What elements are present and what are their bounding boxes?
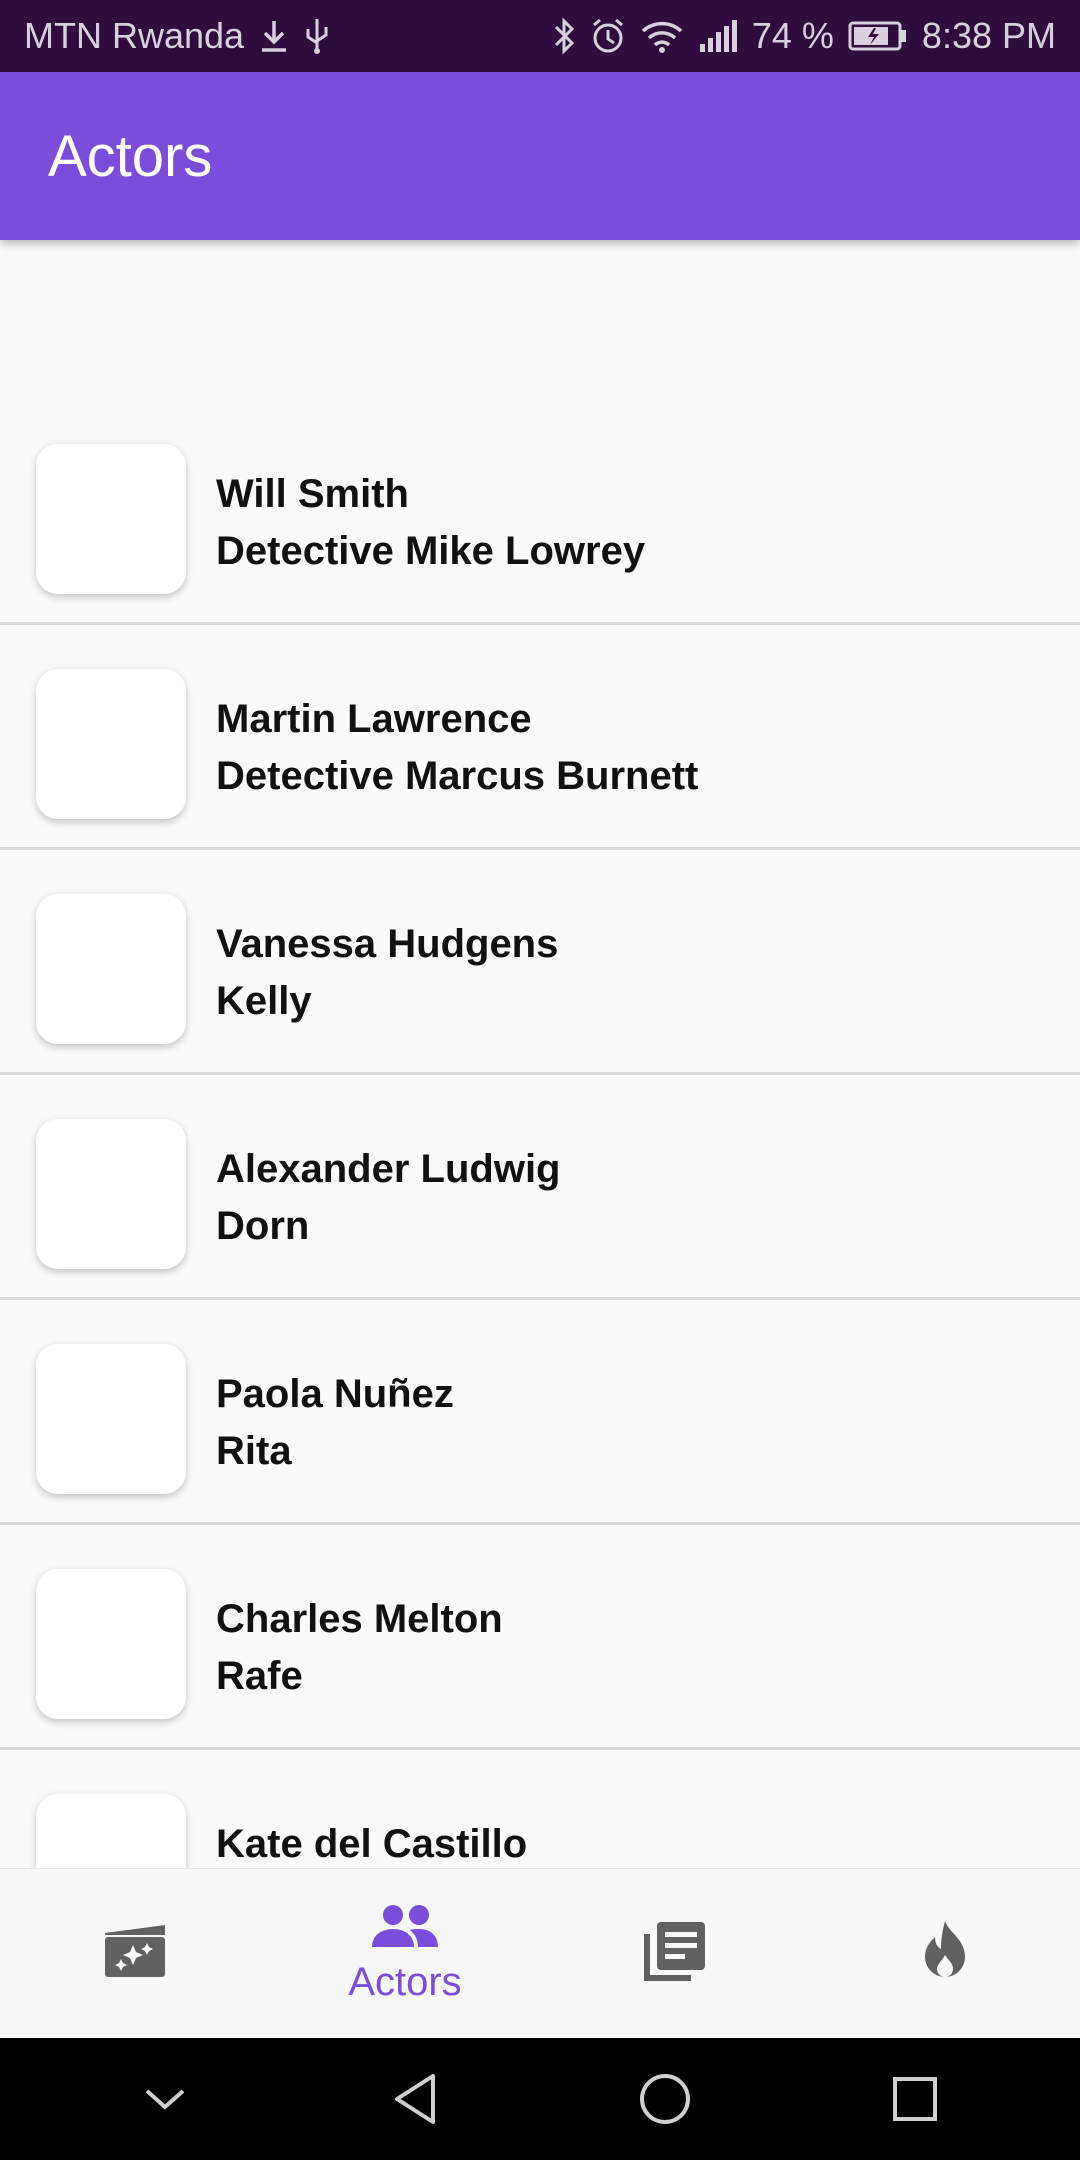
actor-list[interactable]: Will Smith Detective Mike Lowrey Martin …	[0, 240, 1080, 1868]
actor-name: Alexander Ludwig	[216, 1147, 561, 1191]
download-icon	[258, 18, 290, 54]
battery-icon	[848, 20, 908, 52]
hide-nav-button[interactable]	[105, 2085, 225, 2113]
actor-photo	[36, 1344, 186, 1494]
back-button[interactable]	[355, 2072, 475, 2126]
list-item[interactable]: Martin Lawrence Detective Marcus Burnett	[0, 625, 1080, 850]
actor-photo	[36, 1569, 186, 1719]
list-item[interactable]: Paola Nuñez Rita	[0, 1300, 1080, 1525]
nav-item-movies[interactable]	[0, 1869, 270, 2038]
app-bar: Actors	[0, 72, 1080, 240]
news-icon	[643, 1920, 707, 1987]
nav-item-popular[interactable]	[810, 1869, 1080, 2038]
page-title: Actors	[48, 123, 213, 189]
carrier-name: MTN Rwanda	[24, 15, 245, 56]
fire-icon	[918, 1919, 972, 1988]
recents-button[interactable]	[855, 2075, 975, 2123]
status-bar: MTN Rwanda 74 % 8:38 PM	[0, 0, 1080, 72]
bluetooth-icon	[552, 17, 576, 55]
list-item[interactable]: Kate del Castillo	[0, 1750, 1080, 1868]
actor-photo	[36, 669, 186, 819]
actor-name: Kate del Castillo	[216, 1822, 528, 1866]
actor-name: Charles Melton	[216, 1597, 503, 1641]
movie-sparkle-icon	[103, 1923, 167, 1984]
actor-character: Kelly	[216, 979, 312, 1023]
actor-name: Vanessa Hudgens	[216, 922, 559, 966]
status-left: MTN Rwanda	[24, 15, 330, 57]
usb-icon	[304, 17, 330, 55]
actor-name: Paola Nuñez	[216, 1372, 454, 1416]
battery-percent: 74 %	[751, 15, 834, 56]
actor-photo	[36, 1794, 186, 1868]
home-button[interactable]	[605, 2072, 725, 2126]
alarm-icon	[590, 17, 626, 55]
list-item[interactable]: Charles Melton Rafe	[0, 1525, 1080, 1750]
actor-character: Rita	[216, 1429, 292, 1473]
actor-photo	[36, 894, 186, 1044]
status-right: 74 % 8:38 PM	[552, 15, 1056, 57]
signal-icon	[698, 18, 738, 54]
actor-photo	[36, 444, 186, 594]
nav-item-actors[interactable]: Actors	[270, 1869, 540, 2038]
system-navigation-bar	[0, 2038, 1080, 2160]
actor-character: Detective Marcus Burnett	[216, 754, 699, 798]
actor-photo	[36, 1119, 186, 1269]
actor-character: Rafe	[216, 1654, 303, 1698]
list-item[interactable]: Alexander Ludwig Dorn	[0, 1075, 1080, 1300]
list-top-spacer	[0, 240, 1080, 400]
actor-name: Will Smith	[216, 472, 409, 516]
actor-name: Martin Lawrence	[216, 697, 532, 741]
nav-label-actors: Actors	[348, 1959, 462, 2004]
clock-time: 8:38 PM	[921, 15, 1056, 56]
bottom-navigation: Actors	[0, 1868, 1080, 2038]
list-item[interactable]: Will Smith Detective Mike Lowrey	[0, 400, 1080, 625]
actor-character: Detective Mike Lowrey	[216, 529, 646, 573]
wifi-icon	[640, 17, 684, 55]
people-icon	[370, 1903, 440, 1954]
actor-character: Dorn	[216, 1204, 310, 1248]
list-item[interactable]: Vanessa Hudgens Kelly	[0, 850, 1080, 1075]
nav-item-news[interactable]	[540, 1869, 810, 2038]
